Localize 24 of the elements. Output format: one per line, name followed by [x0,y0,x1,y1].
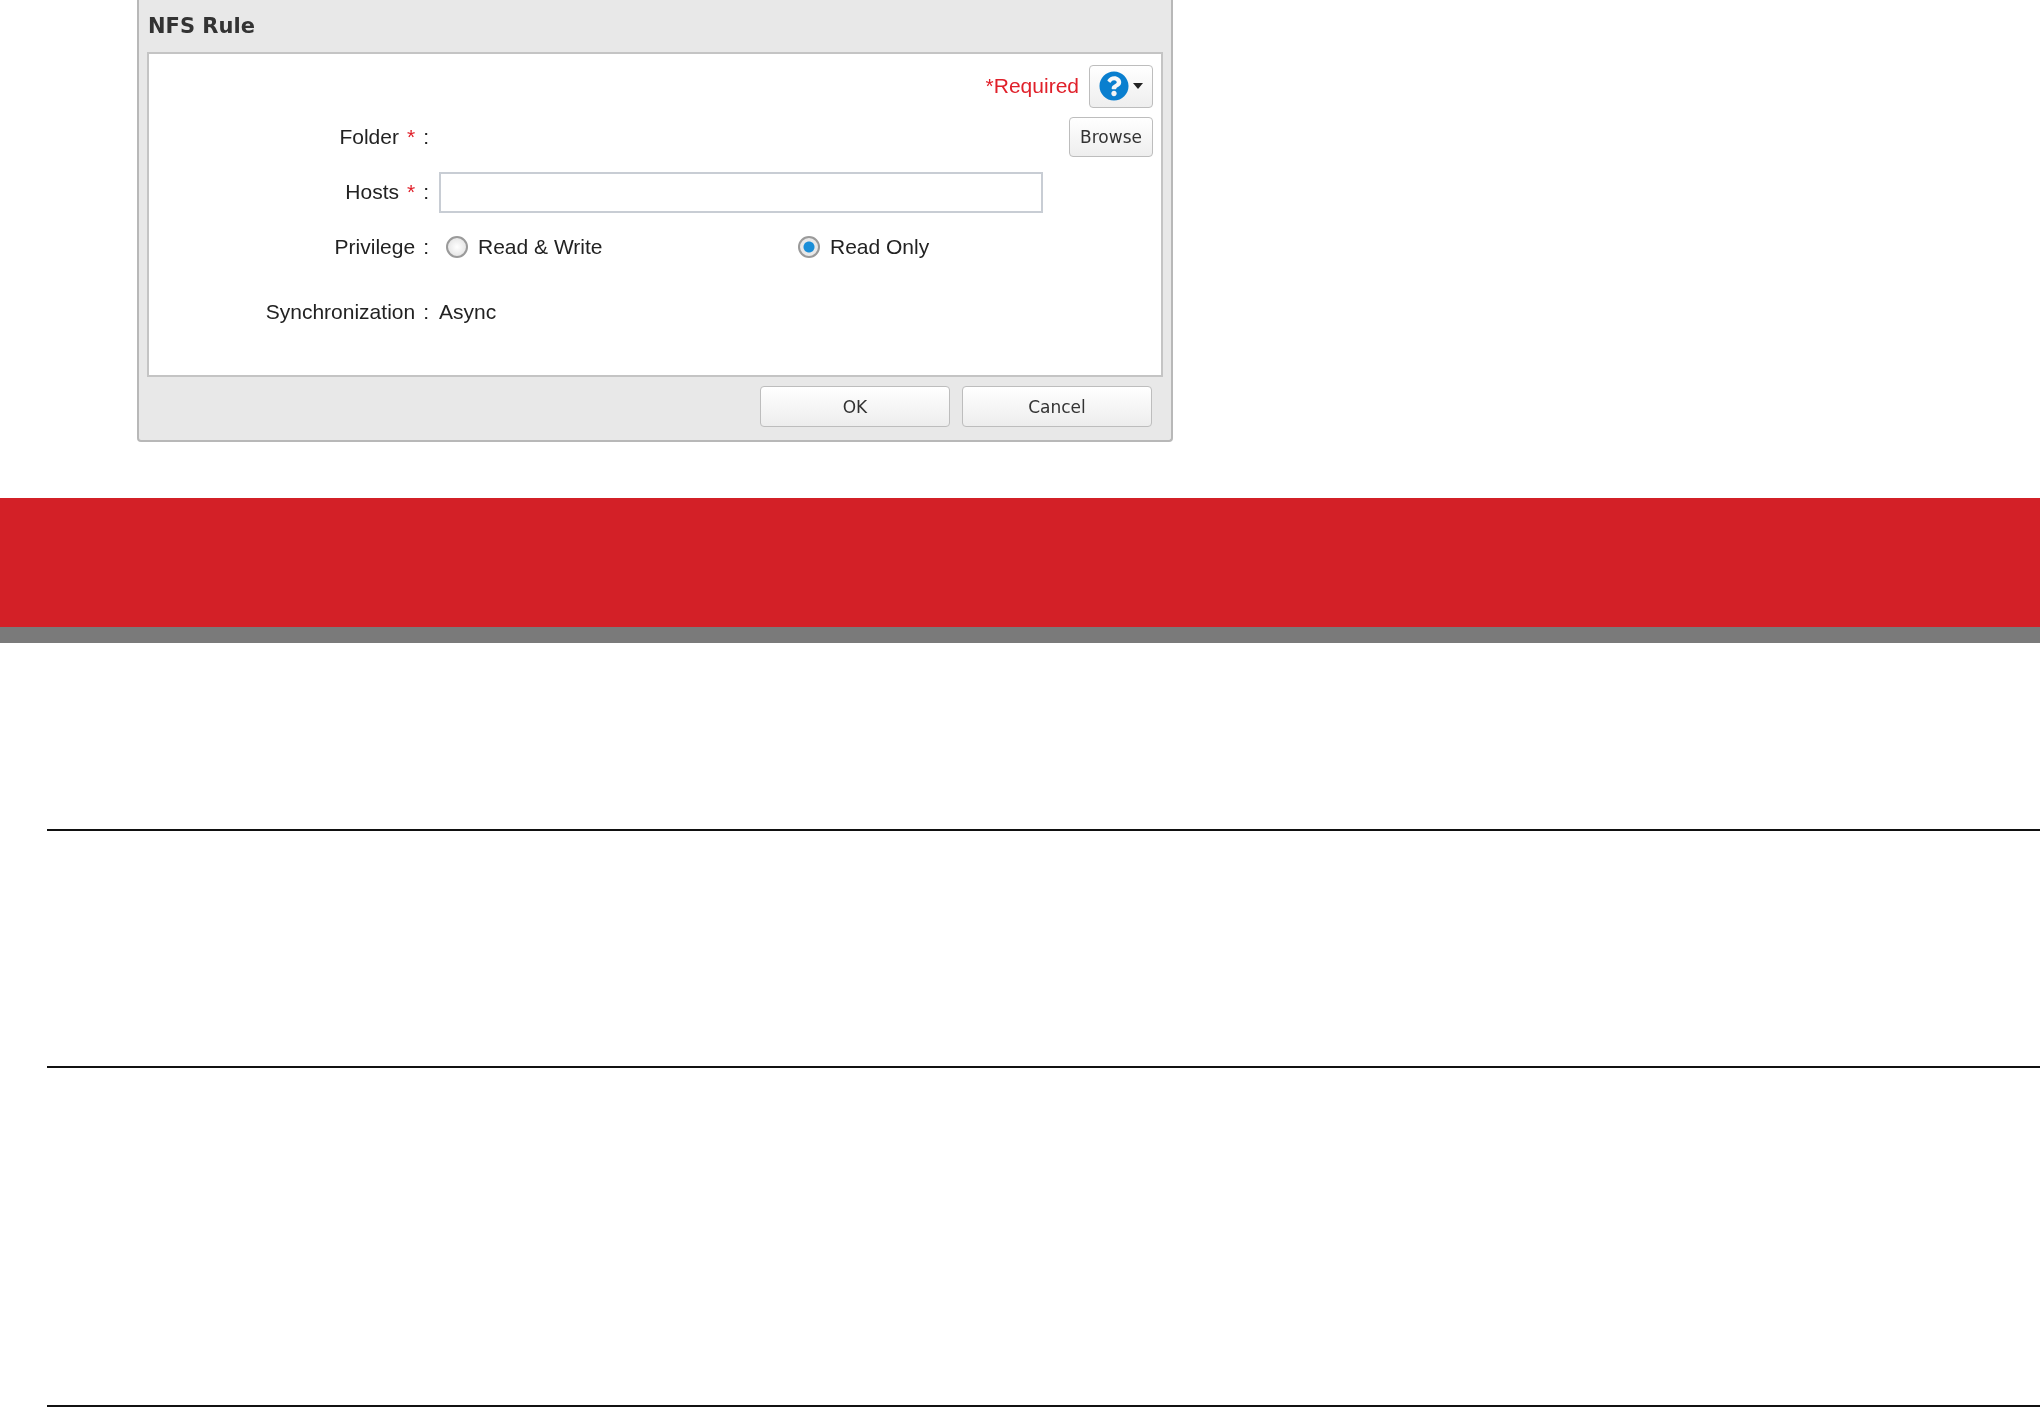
browse-button[interactable]: Browse [1069,117,1153,157]
help-button[interactable] [1089,64,1153,108]
label-colon: : [423,235,429,259]
dialog-title: NFS Rule [147,13,256,40]
field-label: Folder [339,125,399,149]
radio-button-icon[interactable] [446,236,468,258]
label-colon: : [423,180,429,204]
label-colon: : [423,125,429,149]
label-colon: : [423,300,429,324]
caret-icon [1133,83,1143,89]
field-label: Privilege [334,235,416,259]
required-mark: * [406,180,416,204]
radio-option[interactable]: Read Only [791,235,1143,259]
dialog-button[interactable]: Cancel [962,386,1152,427]
required-note: *Required [985,74,1079,98]
dialog-button[interactable]: OK [760,386,950,427]
hosts-input-field[interactable] [439,171,1043,213]
required-mark: * [406,125,416,149]
help-icon [1099,71,1129,101]
radio-button-icon[interactable] [798,236,820,258]
field-value: Async [439,300,497,324]
radio-option[interactable]: Read & Write [439,235,791,259]
field-label: Synchronization [265,300,416,324]
field-label: Hosts [345,180,399,204]
